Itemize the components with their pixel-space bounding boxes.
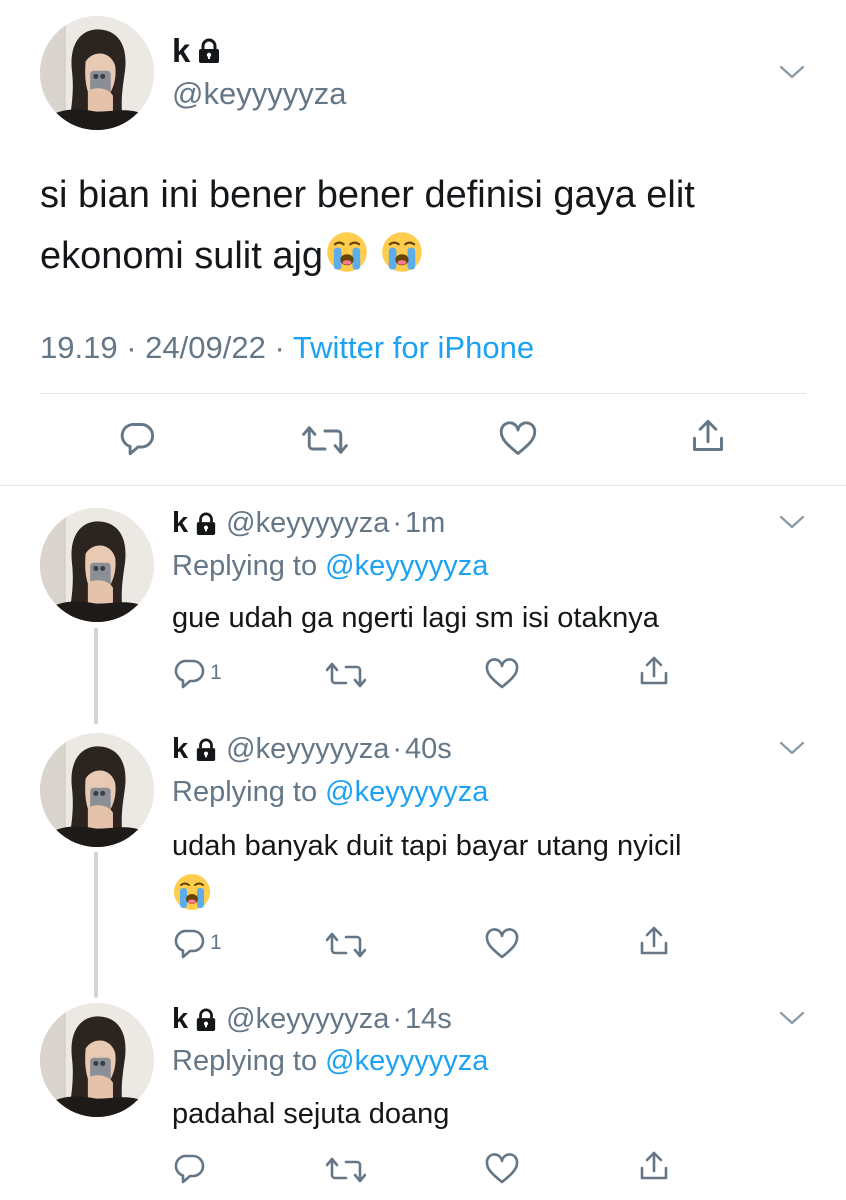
chevron-down-icon[interactable] [778, 64, 806, 80]
like-button[interactable] [484, 928, 520, 960]
thread-connector [94, 852, 98, 998]
reply-body: udah banyak duit tapi bayar utang nyicil [172, 830, 682, 862]
divider [0, 485, 846, 486]
reply-avatar[interactable] [40, 508, 154, 622]
replying-to-link[interactable]: @keyyyyyza [325, 1045, 488, 1077]
reply-button[interactable] [174, 1152, 206, 1184]
retweet-button[interactable] [326, 929, 366, 961]
like-icon [498, 421, 538, 457]
replying-label: Replying to [172, 776, 318, 808]
reply-avatar[interactable] [40, 733, 154, 847]
reply-text: padahal sejuta doang [172, 1098, 450, 1130]
tweet-date: 24/09/22 [145, 330, 266, 365]
reply-count: 1 [210, 931, 222, 954]
reply-icon [120, 420, 156, 456]
meta-separator: · [392, 507, 403, 539]
share-icon [638, 925, 670, 957]
meta-separator: · [126, 330, 137, 365]
reply-handle[interactable]: @keyyyyyza [226, 733, 389, 766]
meta-separator: · [392, 733, 403, 765]
tweet-source-link[interactable]: Twitter for iPhone [293, 330, 534, 365]
crying-face-emoji [172, 872, 212, 912]
replying-to: Replying to @keyyyyyza [172, 550, 488, 583]
share-button[interactable] [690, 418, 726, 454]
retweet-icon [326, 659, 366, 691]
like-icon [484, 1153, 520, 1185]
tweet-time: 19.19 [40, 330, 118, 365]
lock-icon [195, 512, 217, 536]
reply-text: udah banyak duit tapi bayar utang nyicil [172, 826, 812, 917]
share-icon [638, 655, 670, 687]
reply-icon [174, 927, 206, 959]
retweet-icon [326, 1154, 366, 1186]
lock-icon [195, 738, 217, 762]
chevron-down-icon[interactable] [778, 1010, 806, 1026]
reply-handle[interactable]: @keyyyyyza [226, 507, 389, 540]
share-button[interactable] [638, 1150, 670, 1182]
crying-face-emoji [325, 230, 369, 274]
reply-button[interactable]: 1 [174, 657, 222, 689]
replying-to-link[interactable]: @keyyyyyza [325, 776, 488, 808]
meta-separator: · [274, 330, 285, 365]
like-button[interactable] [484, 658, 520, 690]
reply-handle[interactable]: @keyyyyyza [226, 1003, 389, 1036]
main-avatar[interactable] [40, 16, 154, 130]
reply-icon [174, 1152, 206, 1184]
retweet-icon [326, 929, 366, 961]
retweet-icon [302, 422, 348, 458]
reply-header: k @keyyyyyza · 1m [172, 507, 445, 540]
like-button[interactable] [484, 1153, 520, 1185]
like-icon [484, 658, 520, 690]
replying-label: Replying to [172, 1045, 318, 1077]
retweet-button[interactable] [326, 659, 366, 691]
reply-time: 1m [405, 507, 446, 539]
main-tweet-text: si bian ini bener bener definisi gaya el… [40, 165, 800, 287]
reply-button[interactable] [120, 420, 156, 456]
display-name[interactable]: k [172, 1003, 188, 1036]
reply-text: gue udah ga ngerti lagi sm isi otaknya [172, 602, 659, 634]
like-icon [484, 928, 520, 960]
main-handle[interactable]: @keyyyyyza [172, 76, 346, 112]
reply-icon [174, 657, 206, 689]
main-name-row[interactable]: k [172, 32, 221, 70]
chevron-down-icon[interactable] [778, 740, 806, 756]
meta-separator: · [392, 1003, 403, 1035]
share-icon [690, 418, 726, 454]
crying-face-emoji [380, 230, 424, 274]
reply-avatar[interactable] [40, 1003, 154, 1117]
share-button[interactable] [638, 925, 670, 957]
retweet-button[interactable] [302, 422, 348, 458]
reply-time: 40s [405, 733, 452, 765]
display-name[interactable]: k [172, 733, 188, 766]
replying-label: Replying to [172, 550, 318, 582]
share-button[interactable] [638, 655, 670, 687]
replying-to: Replying to @keyyyyyza [172, 1045, 488, 1078]
chevron-down-icon[interactable] [778, 514, 806, 530]
reply-button[interactable]: 1 [174, 927, 222, 959]
share-icon [638, 1150, 670, 1182]
tweet-meta: 19.19 · 24/09/22 · Twitter for iPhone [40, 330, 534, 366]
replying-to: Replying to @keyyyyyza [172, 776, 488, 809]
reply-header: k @keyyyyyza · 14s [172, 1003, 452, 1036]
lock-icon [195, 1008, 217, 1032]
replying-to-link[interactable]: @keyyyyyza [325, 550, 488, 582]
display-name[interactable]: k [172, 32, 190, 70]
reply-time: 14s [405, 1003, 452, 1035]
reply-count: 1 [210, 661, 222, 684]
display-name[interactable]: k [172, 507, 188, 540]
lock-icon [197, 38, 221, 64]
reply-header: k @keyyyyyza · 40s [172, 733, 452, 766]
divider [40, 393, 806, 394]
like-button[interactable] [498, 421, 538, 457]
thread-connector [94, 628, 98, 724]
retweet-button[interactable] [326, 1154, 366, 1186]
